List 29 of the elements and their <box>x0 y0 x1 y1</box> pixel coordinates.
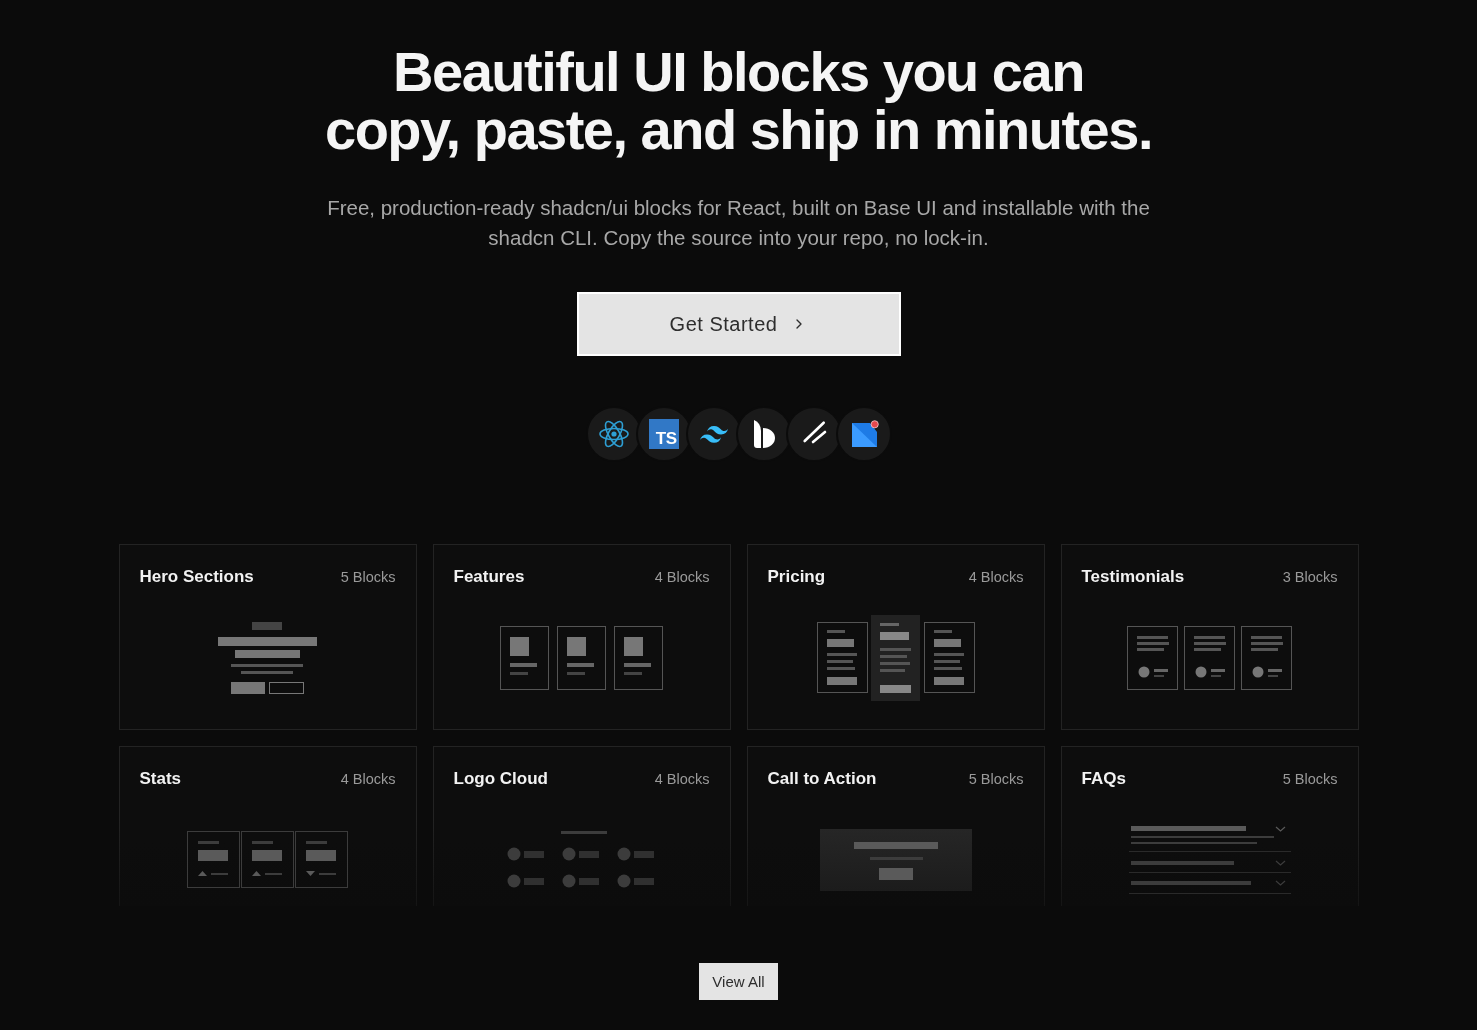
block-count: 3 Blocks <box>1282 569 1338 585</box>
card-title: Logo Cloud <box>453 769 548 789</box>
card-title: Hero Sections <box>139 567 254 587</box>
hero-subtitle: Free, production-ready shadcn/ui blocks for React, built on Base UI and installable with the shadcn CLI. Copy the source into your repo, no lock-in. <box>327 195 1150 251</box>
card-title: Testimonials <box>1081 567 1185 587</box>
category-card[interactable]: Hero Sections 5 Blocks <box>118 544 417 730</box>
category-card[interactable]: Logo Cloud 4 Blocks <box>432 746 731 906</box>
card-title: Pricing <box>767 567 826 587</box>
block-count: 4 Blocks <box>340 771 396 787</box>
block-count: 4 Blocks <box>654 569 710 585</box>
view-all-button[interactable]: View All <box>699 963 778 1000</box>
category-card[interactable]: Testimonials 3 Blocks <box>1060 544 1359 730</box>
category-card[interactable]: Stats 4 Blocks <box>118 746 417 906</box>
get-started-button[interactable]: Get Started <box>576 292 901 356</box>
category-card[interactable]: Features 4 Blocks <box>432 544 731 730</box>
block-count: 4 Blocks <box>968 569 1024 585</box>
category-card[interactable]: Pricing 4 Blocks <box>746 544 1045 730</box>
card-title: Call to Action <box>767 769 877 789</box>
card-title: Features <box>453 567 525 587</box>
category-card[interactable]: Call to Action 5 Blocks <box>746 746 1045 906</box>
block-count: 5 Blocks <box>1282 771 1338 787</box>
hero-title: Beautiful UI blocks you can copy, paste, and ship in minutes. <box>325 43 1152 159</box>
card-title: FAQs <box>1081 769 1126 789</box>
card-title: Stats <box>139 769 182 789</box>
typescript-logo: TS <box>648 419 679 449</box>
block-count: 4 Blocks <box>654 771 710 787</box>
block-count: 5 Blocks <box>340 569 396 585</box>
block-count: 5 Blocks <box>968 771 1024 787</box>
category-card[interactable]: FAQs 5 Blocks <box>1060 746 1359 906</box>
